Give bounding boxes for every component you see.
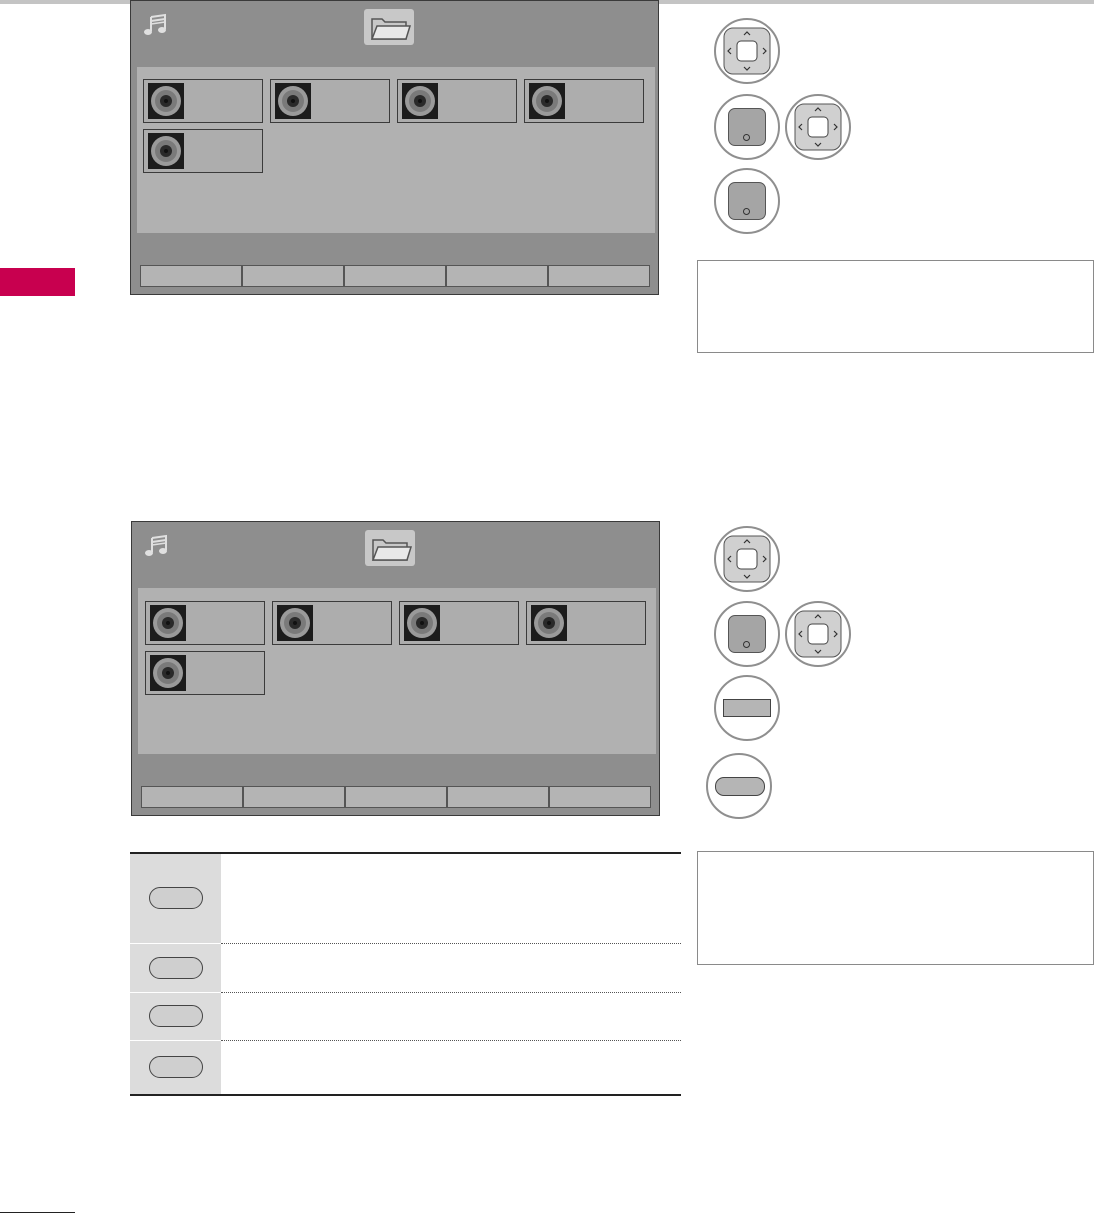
disc-icon: [402, 83, 438, 119]
music-list-screen-1: [130, 0, 659, 295]
navigation-pad-button[interactable]: [785, 94, 851, 160]
music-file-tile[interactable]: [143, 79, 263, 123]
music-note-icon: [144, 13, 166, 35]
navigation-pad-button[interactable]: [714, 526, 780, 592]
music-file-tile[interactable]: [145, 651, 265, 695]
option-bar-segment[interactable]: [243, 786, 345, 808]
function-key-cell: [130, 854, 221, 943]
function-table: [130, 852, 681, 1096]
option-bar-segment[interactable]: [549, 786, 651, 808]
folder-button[interactable]: [365, 530, 415, 566]
function-key-cell: [130, 1041, 221, 1094]
music-file-tile[interactable]: [397, 79, 517, 123]
section-tab-marker: [0, 268, 75, 296]
file-grid: [138, 588, 656, 754]
folder-icon: [371, 539, 413, 561]
ok-button[interactable]: [714, 601, 780, 667]
pill-button-icon: [149, 1056, 203, 1078]
footer-rule: [0, 1212, 75, 1213]
file-grid: [137, 67, 655, 233]
option-bar-segment[interactable]: [344, 265, 446, 287]
navigation-pad-icon: [723, 27, 771, 75]
ok-button-icon: [728, 615, 766, 653]
function-key-cell: [130, 993, 221, 1040]
function-row: [130, 854, 681, 943]
function-row: [130, 1041, 681, 1094]
bottom-option-bar: [140, 265, 650, 287]
music-file-tile[interactable]: [272, 601, 392, 645]
music-file-tile[interactable]: [143, 129, 263, 173]
navigation-pad-icon: [794, 103, 842, 151]
disc-icon: [529, 83, 565, 119]
disc-icon: [404, 605, 440, 641]
ok-button[interactable]: [714, 168, 780, 234]
ok-dot-icon: [743, 641, 750, 648]
music-file-tile[interactable]: [524, 79, 644, 123]
ok-button[interactable]: [714, 94, 780, 160]
ok-button-icon: [728, 108, 766, 146]
note-box-bottom: [697, 851, 1094, 965]
option-bar-segment[interactable]: [447, 786, 549, 808]
navigation-pad-button[interactable]: [785, 601, 851, 667]
music-file-tile[interactable]: [399, 601, 519, 645]
function-row: [130, 944, 681, 992]
option-bar-segment[interactable]: [446, 265, 548, 287]
disc-icon: [148, 83, 184, 119]
pill-button-icon: [715, 777, 765, 796]
bottom-option-bar: [141, 786, 651, 808]
function-row: [130, 993, 681, 1040]
disc-icon: [150, 605, 186, 641]
folder-button[interactable]: [364, 9, 414, 45]
music-note-icon: [145, 534, 167, 556]
music-file-tile[interactable]: [145, 601, 265, 645]
pill-button-icon: [149, 1005, 203, 1027]
option-bar-segment[interactable]: [141, 786, 243, 808]
pill-remote-button[interactable]: [706, 753, 772, 819]
music-file-tile[interactable]: [270, 79, 390, 123]
navigation-pad-icon: [794, 610, 842, 658]
pill-button-icon: [149, 887, 203, 909]
disc-icon: [275, 83, 311, 119]
ok-dot-icon: [743, 134, 750, 141]
pill-button-icon: [149, 957, 203, 979]
navigation-pad-button[interactable]: [714, 18, 780, 84]
navigation-pad-icon: [723, 535, 771, 583]
rectangular-button-icon: [723, 699, 771, 717]
note-box-top: [697, 260, 1094, 353]
music-list-screen-2: [131, 521, 660, 816]
option-bar-segment[interactable]: [548, 265, 650, 287]
option-bar-segment[interactable]: [242, 265, 344, 287]
option-bar-segment[interactable]: [345, 786, 447, 808]
disc-icon: [150, 655, 186, 691]
music-file-tile[interactable]: [526, 601, 646, 645]
function-key-cell: [130, 944, 221, 992]
ok-dot-icon: [743, 208, 750, 215]
ok-button-icon: [728, 182, 766, 220]
rectangular-remote-button[interactable]: [714, 675, 780, 741]
option-bar-segment[interactable]: [140, 265, 242, 287]
disc-icon: [531, 605, 567, 641]
folder-icon: [370, 18, 412, 40]
disc-icon: [277, 605, 313, 641]
disc-icon: [148, 133, 184, 169]
